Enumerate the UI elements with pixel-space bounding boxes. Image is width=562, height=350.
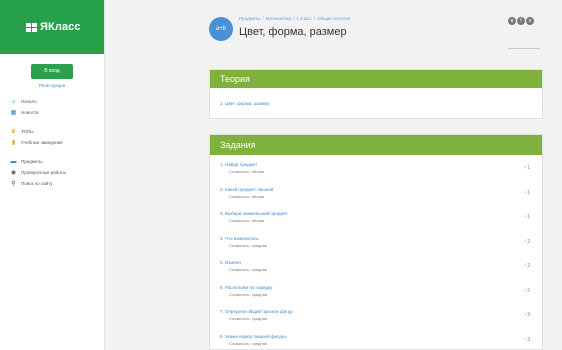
topic-header: a+b Предметы / Математика/1 класс / Общие по… — [105, 0, 562, 62]
task-title[interactable]: 2. Какой предмет лишний — [220, 187, 542, 192]
header-divider — [508, 48, 540, 49]
task-difficulty: Сложность: средняя — [229, 291, 267, 297]
sidebar-item-label: Новости — [21, 110, 39, 115]
task-item[interactable]: 4. Что изменилось Сложность: средняя ◔2 — [210, 229, 542, 254]
sidebar-item-tops[interactable]: ♛ ТОПы — [10, 126, 104, 137]
school-icon: ▮ — [11, 139, 16, 146]
breadcrumb-item[interactable]: Предметы — [239, 16, 261, 21]
task-item[interactable]: 8. Укажи номер лишней фигуры Сложность: … — [210, 327, 542, 350]
topic-avatar: a+b — [209, 17, 233, 41]
task-score: ◔2 — [523, 263, 530, 269]
task-title[interactable]: 4. Что изменилось — [220, 236, 542, 241]
check-icon: ◉ — [10, 169, 17, 176]
sidebar-item-news[interactable]: ▦ Новости — [10, 107, 104, 118]
breadcrumb-item[interactable]: 1 класс — [296, 16, 311, 21]
sidebar-item-label: Начало — [21, 99, 37, 104]
task-difficulty: Сложность: лёгкая — [229, 193, 264, 199]
sidebar-item-home[interactable]: ⌂ Начало — [10, 96, 104, 107]
sidebar-item-label: Учебные заведения — [21, 140, 63, 145]
sidebar-item-subjects[interactable]: ▬ Предметы — [10, 156, 104, 167]
task-score: ◔2 — [523, 238, 530, 245]
sidebar-item-label: ТОПы — [21, 129, 34, 134]
ok-icon[interactable]: o — [526, 17, 534, 25]
theory-card: Теория 1. Цвет, форма, размер — [209, 69, 543, 119]
task-item[interactable]: 6. Расположи по порядку Сложность: средн… — [210, 278, 542, 303]
search-icon: ⚲ — [11, 180, 16, 187]
task-title[interactable]: 8. Укажи номер лишней фигуры — [220, 334, 542, 339]
breadcrumb: Предметы / Математика/1 класс / Общие поняти… — [239, 16, 350, 21]
logo[interactable]: ЯКласс — [0, 0, 104, 54]
score-icon: ◔ — [523, 189, 527, 196]
task-score: ◔1 — [523, 189, 530, 196]
home-icon: ⌂ — [11, 98, 16, 105]
score-icon: ◔ — [523, 165, 527, 171]
task-item[interactable]: 7. Определи общий признак фигур Сложност… — [210, 302, 542, 327]
task-score: ◔1 — [523, 214, 530, 220]
task-difficulty: Сложность: лёгкая — [229, 218, 264, 223]
sidebar-item-label: Поиск по сайту — [21, 181, 53, 186]
trophy-icon: ♛ — [10, 128, 17, 135]
task-score: ◔2 — [523, 287, 530, 294]
score-icon: ◔ — [523, 263, 527, 269]
register-link[interactable]: Регистрация — [0, 83, 104, 88]
sidebar-item-label: Проверочные работы — [21, 170, 67, 175]
task-item[interactable]: 1. Найди предмет Сложность: лёгкая ◔1 — [210, 155, 542, 180]
sidebar-item-search[interactable]: ⚲ Поиск по сайту — [10, 178, 104, 189]
task-item[interactable]: 5. Изменя Сложность: средняя ◔2 — [210, 253, 542, 278]
tasks-heading: Задания — [210, 135, 542, 155]
theory-heading: Теория — [210, 70, 542, 88]
nav-tertiary: ▬ Предметы ◉ Проверочные работы ⚲ Поиск … — [0, 156, 104, 189]
task-score: ◔3 — [523, 336, 530, 343]
facebook-icon[interactable]: f — [517, 17, 525, 25]
task-title[interactable]: 5. Изменя — [220, 260, 542, 265]
breadcrumb-item[interactable]: Общие понятия — [317, 16, 350, 21]
login-button[interactable]: В вход — [31, 64, 73, 79]
task-title[interactable]: 3. Выбери наименьший предмет — [220, 211, 542, 216]
nav-secondary: ♛ ТОПы ▮ Учебные заведения — [0, 126, 104, 148]
vk-icon[interactable]: в — [508, 17, 516, 25]
theory-link[interactable]: 1. Цвет, форма, размер — [220, 101, 542, 106]
sidebar: ЯКласс В вход Регистрация ⌂ Начало ▦ Нов… — [0, 0, 105, 350]
breadcrumb-item[interactable]: Математика — [266, 16, 291, 21]
task-title[interactable]: 1. Найди предмет — [220, 162, 542, 167]
sidebar-item-label: Предметы — [21, 159, 43, 164]
score-icon: ◔ — [523, 238, 527, 245]
task-difficulty: Сложность: лёгкая — [229, 169, 264, 174]
task-difficulty: Сложность: средняя — [229, 340, 267, 346]
task-score: ◔1 — [523, 165, 530, 171]
sidebar-item-schools[interactable]: ▮ Учебные заведения — [10, 137, 104, 148]
task-difficulty: Сложность: средняя — [229, 316, 267, 321]
page-title: Цвет, форма, размер — [239, 26, 347, 38]
social-share: в f o — [508, 17, 534, 25]
task-difficulty: Сложность: средняя — [229, 267, 267, 272]
task-item[interactable]: 2. Какой предмет лишний Сложность: лёгка… — [210, 180, 542, 205]
logo-text: ЯКласс — [40, 21, 81, 33]
score-icon: ◔ — [523, 336, 527, 343]
task-title[interactable]: 6. Расположи по порядку — [220, 285, 542, 290]
books-icon: ▬ — [10, 158, 17, 165]
task-title[interactable]: 7. Определи общий признак фигур — [220, 309, 542, 314]
task-difficulty: Сложность: средняя — [229, 242, 267, 248]
nav-primary: ⌂ Начало ▦ Новости — [0, 96, 104, 118]
main-content: a+b Предметы / Математика/1 класс / Общие по… — [105, 0, 562, 350]
news-icon: ▦ — [10, 109, 17, 116]
task-score: ◔3 — [523, 312, 530, 318]
task-item[interactable]: 3. Выбери наименьший предмет Сложность: … — [210, 204, 542, 229]
tasks-card: Задания 1. Найди предмет Сложность: лёгк… — [209, 134, 543, 350]
score-icon: ◔ — [523, 312, 527, 318]
sidebar-item-tests[interactable]: ◉ Проверочные работы — [10, 167, 104, 178]
score-icon: ◔ — [523, 214, 527, 220]
logo-icon — [26, 22, 37, 32]
score-icon: ◔ — [523, 287, 527, 294]
